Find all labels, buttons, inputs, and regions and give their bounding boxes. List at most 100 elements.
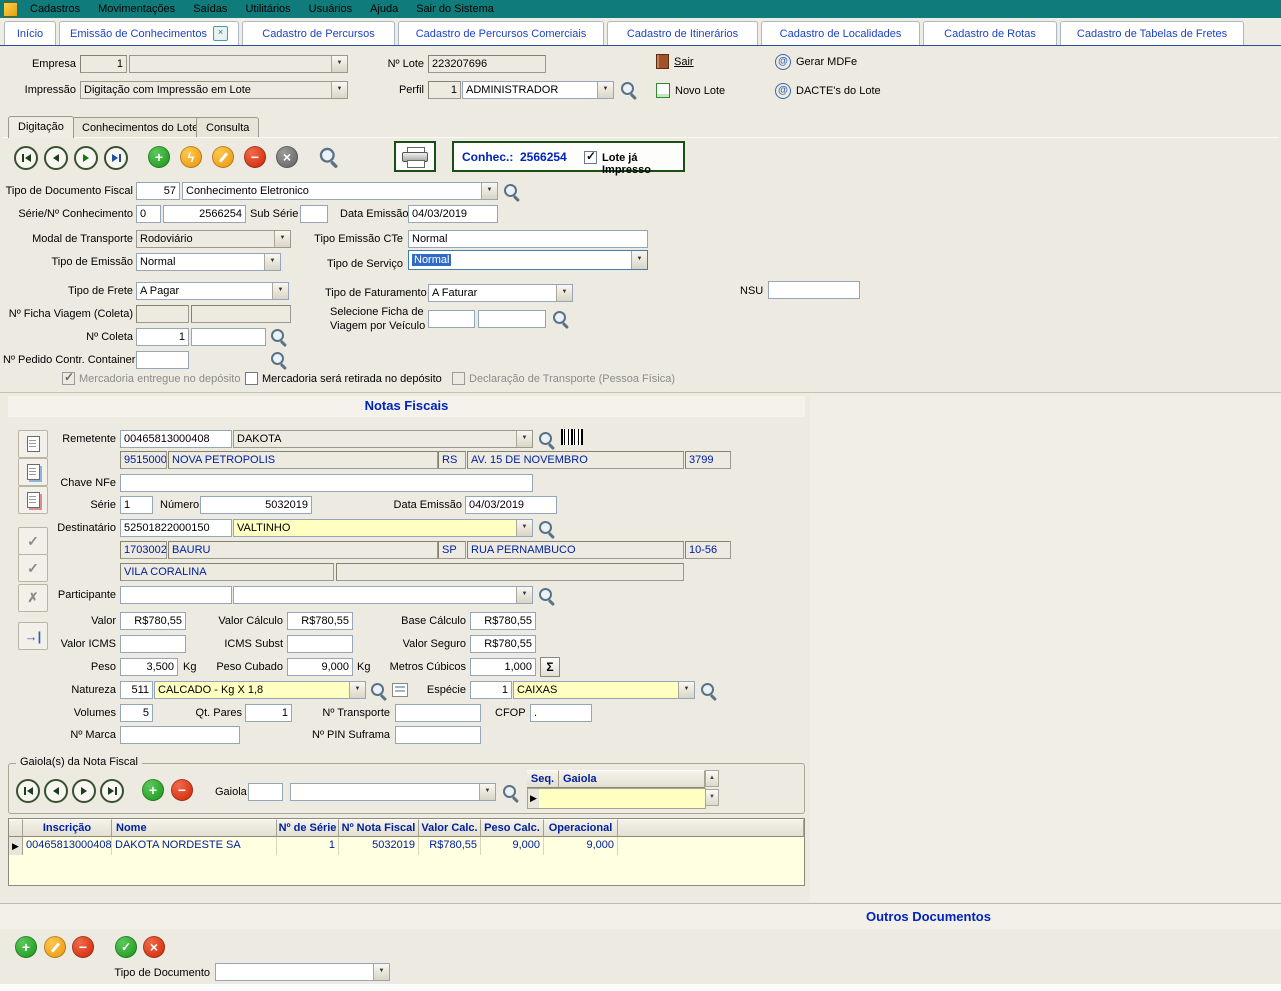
grid-header-valor-calc[interactable]: Valor Calc. bbox=[419, 819, 481, 837]
destinatario-search-icon[interactable] bbox=[538, 520, 556, 538]
novo-lote-button[interactable]: Novo Lote bbox=[656, 83, 725, 98]
tipo-emissao-dropdown[interactable]: Normal▼ bbox=[136, 253, 281, 271]
nav-prev-icon[interactable] bbox=[44, 146, 68, 170]
gaiola-nav-first-icon[interactable] bbox=[16, 779, 40, 803]
coleta-field-1[interactable]: 1 bbox=[136, 328, 189, 346]
dropdown-arrow-icon[interactable]: ▼ bbox=[631, 251, 647, 269]
participante-dropdown[interactable]: ▼ bbox=[233, 586, 533, 604]
sum-sigma-button[interactable]: Σ bbox=[540, 657, 560, 677]
peso-field[interactable]: 3,500 bbox=[120, 658, 178, 676]
gaiola-scroll-down-icon[interactable]: ▼ bbox=[705, 789, 719, 806]
base-calculo-field[interactable]: R$780,55 bbox=[470, 612, 536, 630]
natureza-dropdown[interactable]: CALCADO - Kg X 1,8▼ bbox=[154, 681, 366, 699]
n-marca-field[interactable] bbox=[120, 726, 240, 744]
participante-cnpj-field[interactable] bbox=[120, 586, 232, 604]
gaiola-grid-header-seq[interactable]: Seq. bbox=[527, 770, 559, 788]
nota-serie-field[interactable]: 1 bbox=[120, 496, 153, 514]
valor-calculo-field[interactable]: R$780,55 bbox=[287, 612, 353, 630]
outros-edit-pencil-icon[interactable] bbox=[44, 936, 66, 958]
tab-cadastro-de-percursos-comerciais[interactable]: Cadastro de Percursos Comerciais bbox=[398, 21, 604, 45]
remove-icon[interactable]: − bbox=[244, 146, 266, 168]
subtab-digitacao[interactable]: Digitação bbox=[8, 116, 74, 138]
lightning-icon[interactable]: ϟ bbox=[180, 146, 202, 168]
ficha-veiculo-search-icon[interactable] bbox=[552, 310, 570, 328]
dropdown-arrow-icon[interactable]: ▼ bbox=[373, 964, 389, 980]
destinatario-nome-dropdown[interactable]: VALTINHO▼ bbox=[233, 519, 533, 537]
tab-close-icon[interactable]: × bbox=[213, 26, 228, 41]
serie-field[interactable]: 0 bbox=[136, 205, 161, 223]
grid-header-peso-calc[interactable]: Peso Calc. bbox=[481, 819, 544, 837]
pin-suframa-field[interactable] bbox=[395, 726, 481, 744]
gaiola-nav-last-icon[interactable] bbox=[100, 779, 124, 803]
metros-cubicos-field[interactable]: 1,000 bbox=[470, 658, 536, 676]
grid-header-operacional[interactable]: Operacional bbox=[544, 819, 618, 837]
natureza-detail-grid-icon[interactable] bbox=[392, 683, 408, 697]
especie-code-field[interactable]: 1 bbox=[470, 681, 512, 699]
sair-button[interactable]: Sair bbox=[656, 54, 694, 69]
tipo-documento-code-field[interactable]: 57 bbox=[136, 182, 180, 200]
menu-item-sair-do-sistema[interactable]: Sair do Sistema bbox=[407, 3, 503, 15]
qt-pares-field[interactable]: 1 bbox=[245, 704, 292, 722]
tab-cadastro-de-tabelas-de-fretes[interactable]: Cadastro de Tabelas de Fretes bbox=[1060, 21, 1244, 45]
gaiola-add-icon[interactable]: + bbox=[142, 779, 164, 801]
outros-remove-icon[interactable]: − bbox=[72, 936, 94, 958]
icms-subst-field[interactable] bbox=[287, 635, 353, 653]
remetente-cnpj-field[interactable]: 00465813000408 bbox=[120, 430, 232, 448]
dactes-do-lote-button[interactable]: @ DACTE's do Lote bbox=[775, 83, 881, 99]
tab-cadastro-de-itinerarios[interactable]: Cadastro de Itinerários bbox=[607, 21, 758, 45]
tipo-faturamento-dropdown[interactable]: A Faturar▼ bbox=[428, 284, 573, 302]
nsu-field[interactable] bbox=[768, 281, 860, 299]
grid-header-nome[interactable]: Nome bbox=[112, 819, 277, 837]
gaiola-dropdown[interactable]: ▼ bbox=[290, 783, 496, 801]
perfil-dropdown[interactable]: ADMINISTRADOR▼ bbox=[462, 81, 614, 99]
pedido-container-search-icon[interactable] bbox=[270, 351, 288, 369]
participante-search-icon[interactable] bbox=[538, 587, 556, 605]
dropdown-arrow-icon[interactable]: ▼ bbox=[481, 183, 497, 199]
grid-cell-operacional[interactable]: 9,000 bbox=[544, 837, 618, 855]
numero-conhecimento-field[interactable]: 2566254 bbox=[163, 205, 246, 223]
tab-cadastro-de-rotas[interactable]: Cadastro de Rotas bbox=[923, 21, 1057, 45]
gaiola-grid-row[interactable] bbox=[539, 788, 706, 809]
grid-header-inscricao[interactable]: Inscrição bbox=[23, 819, 112, 837]
natureza-code-field[interactable]: 511 bbox=[120, 681, 153, 699]
destinatario-cnpj-field[interactable]: 52501822000150 bbox=[120, 519, 232, 537]
search-icon[interactable] bbox=[319, 147, 340, 168]
remetente-nome-dropdown[interactable]: DAKOTA▼ bbox=[233, 430, 533, 448]
menu-item-ajuda[interactable]: Ajuda bbox=[361, 3, 407, 15]
ficha-veiculo-field-1[interactable] bbox=[428, 310, 475, 328]
tab-cadastro-de-percursos[interactable]: Cadastro de Percursos bbox=[242, 21, 395, 45]
especie-search-icon[interactable] bbox=[700, 682, 718, 700]
n-transporte-field[interactable] bbox=[395, 704, 481, 722]
tipo-frete-dropdown[interactable]: A Pagar▼ bbox=[136, 282, 289, 300]
outros-cancel-icon[interactable]: × bbox=[143, 936, 165, 958]
menu-item-cadastros[interactable]: Cadastros bbox=[21, 3, 89, 15]
confirm-all-button[interactable]: ✓ bbox=[18, 554, 48, 582]
tipo-documento-dropdown[interactable]: Conhecimento Eletronico▼ bbox=[182, 182, 498, 200]
outros-confirm-icon[interactable]: ✓ bbox=[115, 936, 137, 958]
natureza-search-icon[interactable] bbox=[370, 682, 388, 700]
ficha-veiculo-field-2[interactable] bbox=[478, 310, 546, 328]
nav-last-icon[interactable] bbox=[104, 146, 128, 170]
grid-cell-peso-calc[interactable]: 9,000 bbox=[481, 837, 544, 855]
menu-item-movimentacoes[interactable]: Movimentações bbox=[89, 3, 184, 15]
dropdown-arrow-icon[interactable]: ▼ bbox=[597, 82, 613, 98]
sub-serie-field[interactable] bbox=[300, 205, 328, 223]
subtab-consulta[interactable]: Consulta bbox=[196, 117, 259, 138]
nav-next-icon[interactable] bbox=[74, 146, 98, 170]
barcode-icon[interactable] bbox=[561, 429, 583, 445]
gaiola-grid-header-gaiola[interactable]: Gaiola bbox=[559, 770, 705, 788]
dropdown-arrow-icon[interactable]: ▼ bbox=[516, 587, 532, 603]
add-icon[interactable]: + bbox=[148, 146, 170, 168]
menu-item-utilitarios[interactable]: Utilitários bbox=[236, 3, 299, 15]
chave-nfe-field[interactable] bbox=[120, 474, 533, 492]
dropdown-arrow-icon[interactable]: ▼ bbox=[479, 784, 495, 800]
volumes-field[interactable]: 5 bbox=[120, 704, 153, 722]
grid-header-serie[interactable]: Nº de Série bbox=[277, 819, 339, 837]
especie-dropdown[interactable]: CAIXAS▼ bbox=[513, 681, 695, 699]
tipo-documento-search-icon[interactable] bbox=[503, 183, 521, 201]
dropdown-arrow-icon[interactable]: ▼ bbox=[516, 431, 532, 447]
tipo-emissao-cte-field[interactable]: Normal bbox=[408, 230, 648, 248]
dropdown-arrow-icon[interactable]: ▼ bbox=[272, 283, 288, 299]
cancel-icon[interactable]: × bbox=[276, 146, 298, 168]
grid-header-nota-fiscal[interactable]: Nº Nota Fiscal bbox=[339, 819, 419, 837]
